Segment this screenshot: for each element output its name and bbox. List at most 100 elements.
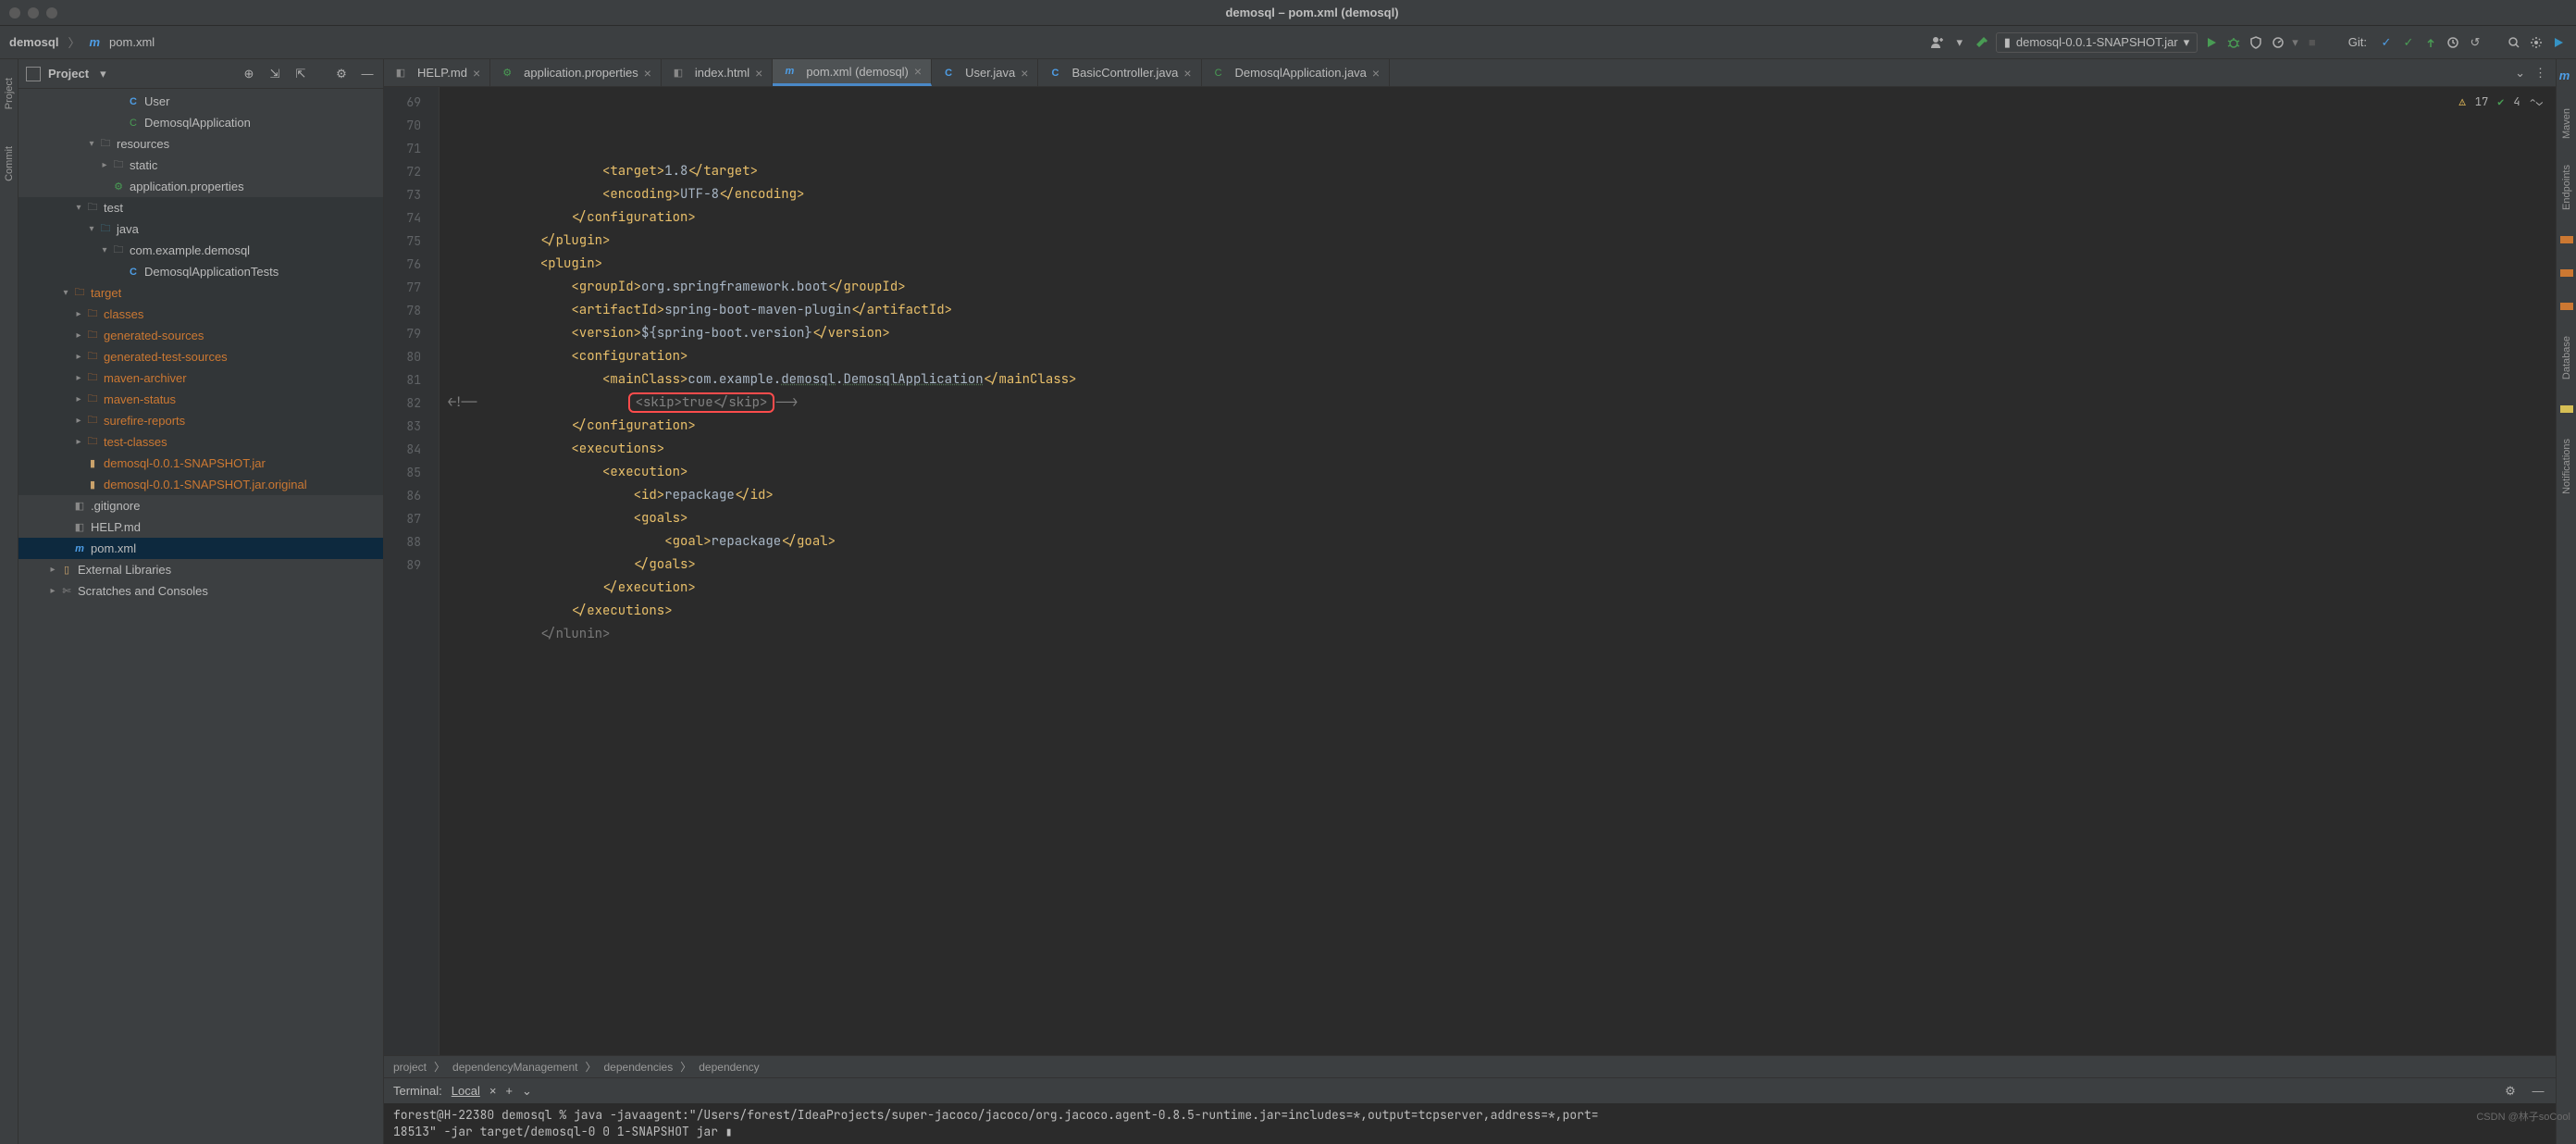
code-line[interactable]: <artifactId>spring-boot-maven-plugin</ar… <box>447 299 2548 322</box>
tree-row[interactable]: ◧.gitignore <box>19 495 383 516</box>
tree-caret-icon[interactable] <box>98 245 111 255</box>
tree-caret-icon[interactable] <box>72 352 85 362</box>
code-line[interactable]: <plugin> <box>447 253 2548 276</box>
project-view-icon[interactable] <box>26 67 41 81</box>
gear-icon[interactable]: ⚙ <box>333 66 350 82</box>
code-line[interactable]: </nlunin> <box>447 623 2548 646</box>
tree-caret-icon[interactable] <box>72 203 85 213</box>
tree-row[interactable]: mpom.xml <box>19 538 383 559</box>
tree-row[interactable]: 🗀resources <box>19 133 383 155</box>
tree-row[interactable]: ▯External Libraries <box>19 559 383 580</box>
code-line[interactable]: <target>1.8</target> <box>447 160 2548 183</box>
expand-all-icon[interactable]: ⇲ <box>266 66 283 82</box>
tab-close-icon[interactable]: × <box>1183 66 1191 81</box>
code-line[interactable]: <!-- <skip>true</skip>--> <box>447 392 2548 415</box>
code-line[interactable]: <executions> <box>447 438 2548 461</box>
chevron-up-down-icon[interactable]: ⌃⌄ <box>2530 91 2543 114</box>
tree-row[interactable]: ◧HELP.md <box>19 516 383 538</box>
tree-row[interactable]: CDemosqlApplicationTests <box>19 261 383 282</box>
tree-row[interactable]: ▮demosql-0.0.1-SNAPSHOT.jar <box>19 453 383 474</box>
stop-icon[interactable]: ■ <box>2304 34 2321 51</box>
tree-row[interactable]: 🗀classes <box>19 304 383 325</box>
tree-row[interactable]: 🗀target <box>19 282 383 304</box>
editor-breadcrumbs[interactable]: project〉dependencyManagement〉dependencie… <box>384 1055 2556 1077</box>
user-add-icon[interactable] <box>1929 34 1946 51</box>
minimize-window[interactable] <box>28 7 39 19</box>
tree-caret-icon[interactable] <box>98 160 111 170</box>
run-config-selector[interactable]: ▮ demosql-0.0.1-SNAPSHOT.jar ▾ <box>1996 32 2198 53</box>
chevron-down-icon[interactable]: ⌄ <box>2515 66 2525 81</box>
code-line[interactable]: <version>${spring-boot.version}</version… <box>447 322 2548 345</box>
code-line[interactable]: </goals> <box>447 553 2548 577</box>
coverage-icon[interactable] <box>2248 34 2264 51</box>
tab-close-icon[interactable]: × <box>1372 66 1380 81</box>
tree-row[interactable]: 🗀generated-sources <box>19 325 383 346</box>
project-title[interactable]: Project <box>48 67 89 81</box>
fold-strip[interactable] <box>427 87 440 1055</box>
tree-caret-icon[interactable] <box>72 309 85 319</box>
tab-close-icon[interactable]: × <box>755 66 762 81</box>
run-anything-icon[interactable] <box>2550 34 2567 51</box>
tree-row[interactable]: ▮demosql-0.0.1-SNAPSHOT.jar.original <box>19 474 383 495</box>
left-tab-project[interactable]: Project <box>4 78 15 109</box>
breadcrumb-item[interactable]: dependencyManagement <box>452 1061 577 1074</box>
code-line[interactable]: </execution> <box>447 577 2548 600</box>
right-tab-notifications[interactable]: Notifications <box>2561 439 2572 494</box>
editor-tab[interactable]: ◧HELP.md× <box>384 59 490 86</box>
editor-tab[interactable]: CDemosqlApplication.java× <box>1202 59 1391 86</box>
terminal-tab-close-icon[interactable]: × <box>489 1084 497 1098</box>
maximize-window[interactable] <box>46 7 57 19</box>
editor-tab[interactable]: ◧index.html× <box>662 59 773 86</box>
collapse-all-icon[interactable]: ⇱ <box>292 66 309 82</box>
traffic-lights[interactable] <box>9 7 57 19</box>
tree-row[interactable]: CUser <box>19 91 383 112</box>
hide-icon[interactable]: — <box>359 66 376 82</box>
code-line[interactable]: </executions> <box>447 600 2548 623</box>
code-line[interactable]: <goals> <box>447 507 2548 530</box>
chevron-down-icon[interactable]: ▾ <box>2292 35 2298 50</box>
tree-caret-icon[interactable] <box>59 288 72 298</box>
tree-caret-icon[interactable] <box>72 416 85 426</box>
tree-caret-icon[interactable] <box>72 373 85 383</box>
close-window[interactable] <box>9 7 20 19</box>
tab-close-icon[interactable]: × <box>914 64 922 79</box>
editor-tab[interactable]: CBasicController.java× <box>1038 59 1201 86</box>
code-line[interactable]: <groupId>org.springframework.boot</group… <box>447 276 2548 299</box>
profiler-icon[interactable] <box>2270 34 2286 51</box>
code-line[interactable]: <goal>repackage</goal> <box>447 530 2548 553</box>
right-tab-database[interactable]: Database <box>2561 336 2572 379</box>
code-line[interactable]: <configuration> <box>447 345 2548 368</box>
git-push-icon[interactable] <box>2422 34 2439 51</box>
debug-bug-icon[interactable] <box>2225 34 2242 51</box>
code-line[interactable]: <encoding>UTF-8</encoding> <box>447 183 2548 206</box>
tab-close-icon[interactable]: × <box>473 66 480 81</box>
terminal-body[interactable]: forest@H-22380 demosql % java -javaagent… <box>384 1103 2556 1144</box>
project-tree[interactable]: CUserCDemosqlApplication🗀resources🗀stati… <box>19 89 383 1144</box>
breadcrumb-item[interactable]: project <box>393 1061 427 1074</box>
tree-row[interactable]: ✄Scratches and Consoles <box>19 580 383 602</box>
kebab-menu-icon[interactable]: ⋮ <box>2534 66 2546 81</box>
editor-code[interactable]: ⚠17 ✔4 ⌃⌄ <target>1.8</target> <encoding… <box>440 87 2556 1055</box>
tree-caret-icon[interactable] <box>46 586 59 596</box>
gear-icon[interactable] <box>2528 34 2545 51</box>
locate-icon[interactable]: ⊕ <box>241 66 257 82</box>
git-history-icon[interactable] <box>2445 34 2461 51</box>
inspection-summary[interactable]: ⚠17 ✔4 ⌃⌄ <box>2456 89 2546 116</box>
gear-icon[interactable]: ⚙ <box>2502 1083 2519 1100</box>
chevron-down-icon[interactable]: ▾ <box>1951 34 1968 51</box>
tree-row[interactable]: 🗀maven-archiver <box>19 367 383 389</box>
tree-row[interactable]: 🗀static <box>19 155 383 176</box>
right-tab-maven[interactable]: Maven <box>2561 108 2572 139</box>
search-icon[interactable] <box>2506 34 2522 51</box>
breadcrumb-file[interactable]: pom.xml <box>109 35 155 49</box>
tree-caret-icon[interactable] <box>72 394 85 404</box>
terminal-new-tab-icon[interactable]: + <box>505 1084 513 1098</box>
code-line[interactable]: <mainClass>com.example.demosql.DemosqlAp… <box>447 368 2548 392</box>
tree-caret-icon[interactable] <box>72 330 85 341</box>
run-play-icon[interactable] <box>2203 34 2220 51</box>
hide-icon[interactable]: — <box>2530 1083 2546 1100</box>
tree-caret-icon[interactable] <box>72 437 85 447</box>
breadcrumb-item[interactable]: dependency <box>699 1061 759 1074</box>
left-tab-commit[interactable]: Commit <box>4 146 15 181</box>
tree-caret-icon[interactable] <box>85 224 98 234</box>
